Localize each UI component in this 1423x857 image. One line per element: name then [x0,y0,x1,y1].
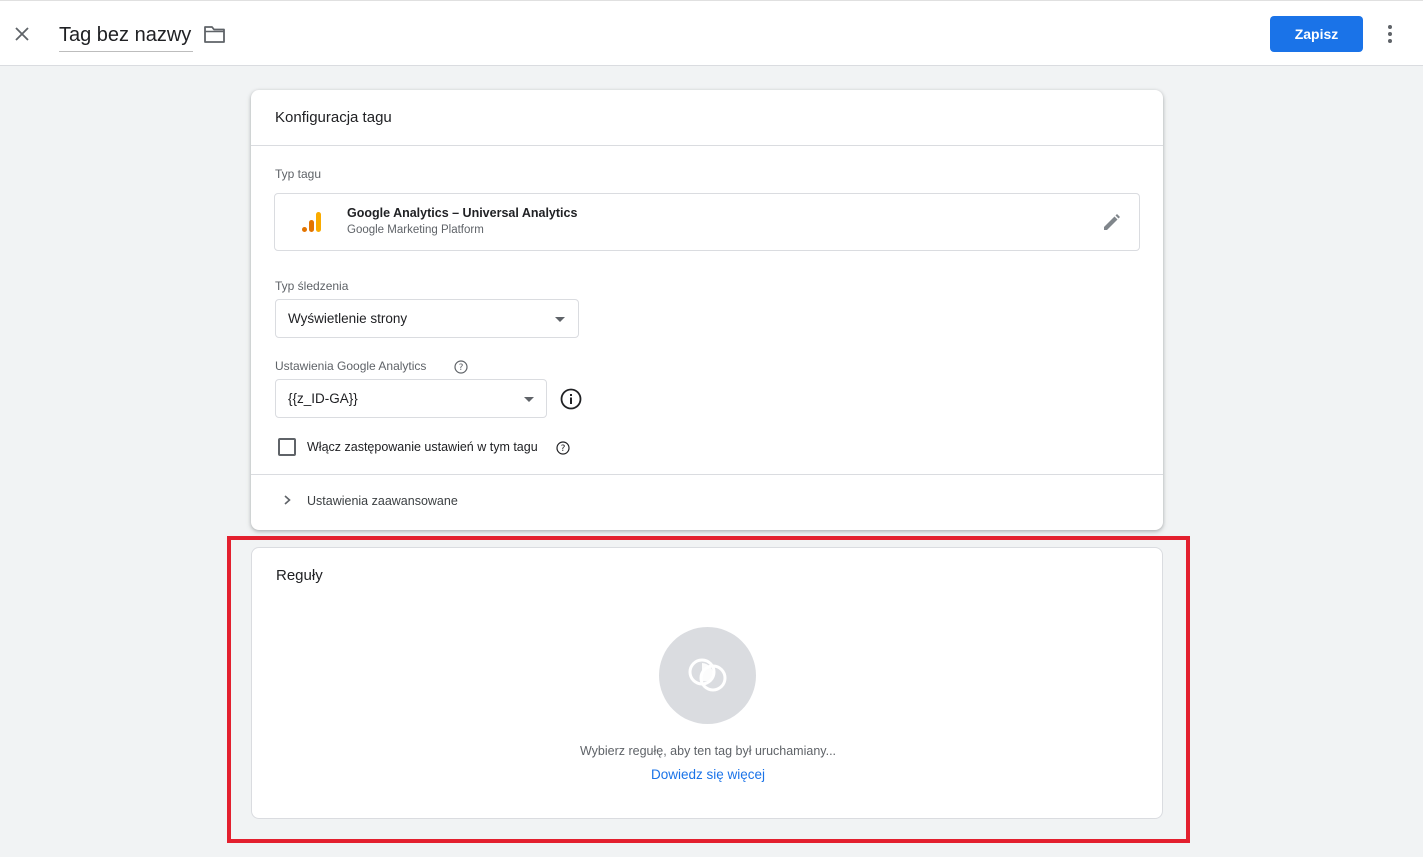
triggers-title: Reguły [276,567,323,584]
advanced-settings-toggle[interactable]: Ustawienia zaawansowane [251,475,1163,530]
tag-name-input[interactable]: Tag bez nazwy [59,22,194,52]
tracking-type-label: Typ śledzenia [275,279,349,293]
tag-type-label: Typ tagu [275,167,322,181]
learn-more-link[interactable]: Dowiedz się więcej [252,767,1164,782]
folder-icon [204,26,225,43]
close-icon [15,27,29,41]
save-button[interactable]: Zapisz [1270,16,1363,52]
info-icon[interactable] [560,388,582,410]
folder-button[interactable] [203,24,227,46]
tag-type-name: Google Analytics – Universal Analytics [347,206,578,220]
ga-settings-select[interactable]: {{z_ID-GA}} [275,379,547,418]
ga-settings-label: Ustawienia Google Analytics [275,359,427,373]
advanced-settings-label: Ustawienia zaawansowane [307,494,458,508]
pencil-icon[interactable] [1101,213,1121,233]
dropdown-caret-icon [555,317,565,322]
divider [251,145,1163,146]
ga-settings-value: {{z_ID-GA}} [288,391,358,406]
google-analytics-icon [302,212,321,232]
override-settings-checkbox[interactable] [278,438,296,456]
editor-header: Tag bez nazwy Zapisz [0,0,1423,66]
card-title: Konfiguracja tagu [275,109,392,126]
tag-configuration-card: Konfiguracja tagu Typ tagu Google Analyt… [251,90,1163,530]
triggers-hint: Wybierz regułę, aby ten tag był uruchami… [579,744,837,758]
tracking-type-select[interactable]: Wyświetlenie strony [275,299,579,338]
chevron-right-icon [284,495,291,505]
close-button[interactable] [10,22,34,46]
svg-text:?: ? [459,363,464,373]
svg-text:?: ? [561,444,566,454]
choose-trigger-button[interactable] [659,627,756,724]
more-options-button[interactable] [1380,22,1400,46]
help-circle-icon[interactable]: ? [556,441,570,455]
tracking-type-value: Wyświetlenie strony [288,311,408,326]
dropdown-caret-icon [524,397,534,402]
trigger-circles-icon [688,658,727,692]
more-vert-icon [1388,25,1392,43]
override-settings-label: Włącz zastępowanie ustawień w tym tagu [307,440,538,454]
tag-type-provider: Google Marketing Platform [347,224,484,236]
help-circle-icon[interactable]: ? [454,360,468,374]
tag-type-selector[interactable]: Google Analytics – Universal Analytics G… [274,193,1140,251]
triggers-card: Reguły Wybierz regułę, aby ten tag był u… [251,547,1163,819]
